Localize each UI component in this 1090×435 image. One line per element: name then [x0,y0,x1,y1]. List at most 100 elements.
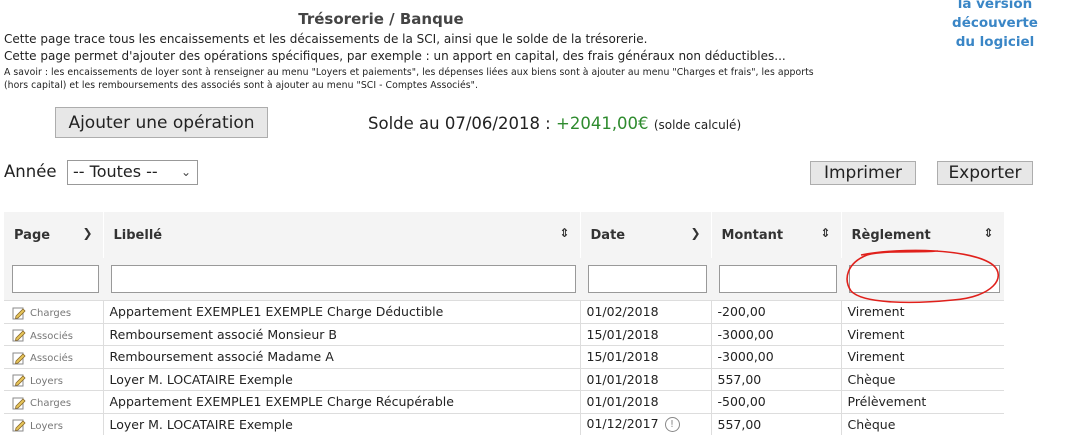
promo-line: du logiciel [955,34,1035,50]
cell-page[interactable]: Loyers [4,412,104,435]
table-row[interactable]: Loyers Loyer M. LOCATAIRE Exemple 01/01/20… [4,367,1004,391]
date-text: 01/01/2018 [586,394,659,410]
filter-cell [841,258,1004,301]
chevron-down-icon: ❯ [82,226,93,240]
payment-text: Virement [847,304,905,320]
edit-icon [12,374,26,387]
column-header-payment[interactable]: Règlement ⇕ [841,212,1005,258]
chevron-down-icon: ⌄ [180,165,191,179]
page-description: Cette page trace tous les encaissements … [4,32,648,46]
cell-label: Appartement EXEMPLE1 EXEMPLE Charge Récu… [103,390,581,413]
cell-payment: Virement [841,345,1004,368]
promo-line: découverte [952,15,1038,31]
balance-label: Solde au 07/06/2018 : [368,114,556,133]
amount-text: -500,00 [717,394,766,410]
promo-text[interactable]: la version découverte du logiciel [935,0,1055,52]
label-text: Appartement EXEMPLE1 EXEMPLE Charge Dédu… [109,304,444,320]
cell-payment: Virement [841,300,1004,323]
page-link[interactable]: Loyers [30,376,63,387]
filter-cell [103,258,580,301]
amount-text: -3000,00 [717,326,774,342]
label-text: Appartement EXEMPLE1 EXEMPLE Charge Récu… [109,394,454,410]
sort-icon: ⇕ [820,226,831,240]
filter-cell [580,258,711,301]
cell-payment: Chèque [841,412,1004,435]
amount-text: 557,00 [717,371,762,387]
column-header-page[interactable]: Page ❯ [4,212,104,258]
table-row[interactable]: Charges Appartement EXEMPLE1 EXEMPLE Char… [4,390,1004,413]
date-text: 01/02/2018 [586,304,659,320]
page-description: Cette page permet d'ajouter des opératio… [4,49,786,63]
balance-note: (solde calculé) [653,118,742,132]
column-header-label: Montant [721,227,784,243]
column-header-label: Date [590,227,626,243]
edit-icon [12,352,26,364]
year-select-value: -- Toutes -- [73,162,158,181]
cell-date: 01/12/2017! [580,412,712,435]
transactions-table: Page ❯ Libellé ⇕ Date ❯ Montant ⇕ Règlement ⇕… [4,212,1005,435]
sort-icon: ⇕ [559,226,570,240]
date-text: 15/01/2018 [586,326,659,342]
filter-amount-input[interactable] [719,265,837,293]
cell-date: 15/01/2018 [580,322,712,346]
page-link[interactable]: Associés [30,353,73,364]
add-operation-button[interactable]: Ajouter une opération [55,107,268,138]
page-link[interactable]: Associés [30,331,73,342]
print-button[interactable]: Imprimer [810,161,916,185]
cell-page[interactable]: Charges [4,390,104,413]
cell-date: 01/02/2018 [580,300,712,323]
promo-line: la version [957,0,1033,12]
warning-icon[interactable]: ! [664,417,680,433]
filter-payment-input[interactable] [849,265,1000,293]
edit-icon [12,307,26,319]
export-button[interactable]: Exporter [937,161,1033,185]
year-label: Année [4,162,57,181]
info-note: A savoir : les encaissements de loyer so… [4,67,814,78]
cell-date: 01/01/2018 [580,390,712,413]
filter-cell [711,258,841,301]
cell-label: Loyer M. LOCATAIRE Exemple [103,367,581,391]
table-row[interactable]: Loyers Loyer M. LOCATAIRE Exemple 01/12/20… [4,412,1004,435]
cell-label: Loyer M. LOCATAIRE Exemple [103,412,581,435]
edit-icon [12,329,26,342]
cell-payment: Chèque [841,367,1004,391]
column-header-label: Règlement [851,227,931,243]
filter-label-input[interactable] [111,265,576,293]
date-text: 01/12/2017 [586,416,659,432]
cell-payment: Virement [841,322,1004,346]
balance-display: Solde au 07/06/2018 : +2041,00€ (solde c… [368,114,741,133]
cell-amount: 557,00 [711,367,842,391]
label-text: Loyer M. LOCATAIRE Exemple [109,371,293,387]
info-note: (hors capital) et les remboursements des… [4,80,478,91]
payment-text: Prélèvement [847,394,927,410]
payment-text: Chèque [847,371,896,387]
column-header-label-col[interactable]: Libellé ⇕ [103,212,581,258]
date-text: 15/01/2018 [586,349,659,365]
year-select[interactable]: -- Toutes -- ⌄ [67,160,198,185]
page-link[interactable]: Charges [30,398,71,409]
cell-page[interactable]: Associés [4,345,104,368]
filter-date-input[interactable] [588,265,707,293]
cell-page[interactable]: Loyers [4,367,104,391]
table-row[interactable]: Associés Remboursement associé Madame A 15… [4,345,1004,368]
page-title: Trésorerie / Banque [298,10,464,28]
filter-page-input[interactable] [12,265,99,293]
cell-amount: -3000,00 [711,345,842,368]
cell-label: Remboursement associé Madame A [103,345,581,368]
table-row[interactable]: Charges Appartement EXEMPLE1 EXEMPLE Char… [4,300,1004,323]
cell-page[interactable]: Associés [4,322,104,346]
cell-payment: Prélèvement [841,390,1004,413]
edit-icon [12,397,26,409]
page-link[interactable]: Charges [30,308,71,319]
cell-amount: -3000,00 [711,322,842,346]
column-header-date[interactable]: Date ❯ [580,212,712,258]
column-header-label: Libellé [113,227,163,243]
table-row[interactable]: Associés Remboursement associé Monsieur B… [4,322,1004,346]
column-header-label: Page [14,227,51,243]
label-text: Remboursement associé Madame A [109,349,334,365]
cell-page[interactable]: Charges [4,300,104,323]
filter-cell [4,258,103,301]
column-header-amount[interactable]: Montant ⇕ [711,212,842,258]
date-text: 01/01/2018 [586,371,659,387]
amount-text: -200,00 [717,304,766,320]
